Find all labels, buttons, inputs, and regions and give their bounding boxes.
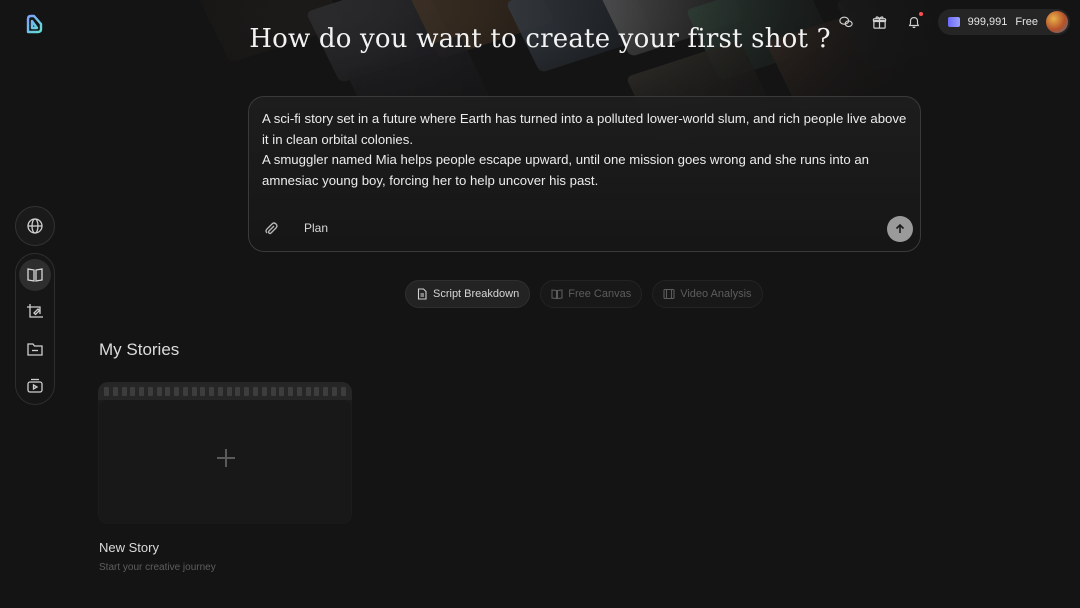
open-book-icon — [551, 289, 563, 300]
plan-button[interactable]: Plan — [304, 221, 328, 235]
folder-icon — [27, 343, 43, 356]
film-icon — [663, 288, 675, 300]
mode-chips: Script Breakdown Free Canvas Video Analy… — [405, 280, 763, 308]
new-story-title: New Story — [99, 540, 159, 555]
rail-item-stories[interactable] — [19, 259, 51, 291]
notification-dot — [918, 12, 923, 16]
wechat-icon[interactable] — [836, 12, 856, 32]
globe-icon — [27, 218, 43, 234]
gift-icon[interactable] — [870, 12, 890, 32]
rail-item-folder[interactable] — [19, 333, 51, 365]
prompt-box[interactable]: A sci-fi story set in a future where Ear… — [248, 96, 921, 252]
section-title-stories: My Stories — [99, 340, 180, 359]
top-bar: 999,991 Free — [836, 9, 1070, 35]
document-icon — [417, 288, 427, 300]
paperclip-icon[interactable] — [263, 221, 279, 237]
mode-video-analysis[interactable]: Video Analysis — [652, 280, 763, 308]
rail-item-crop[interactable] — [19, 296, 51, 328]
globe-button[interactable] — [15, 206, 55, 246]
mode-script-breakdown[interactable]: Script Breakdown — [405, 280, 531, 308]
book-icon — [27, 268, 43, 282]
new-story-card[interactable] — [98, 382, 352, 524]
mode-label: Script Breakdown — [433, 288, 520, 300]
mode-label: Free Canvas — [568, 288, 632, 300]
mode-label: Video Analysis — [680, 288, 752, 300]
new-story-subtitle: Start your creative journey — [99, 562, 216, 573]
film-strip — [98, 382, 352, 400]
tv-play-icon — [27, 378, 43, 393]
bell-icon[interactable] — [904, 12, 924, 32]
prompt-input[interactable]: A sci-fi story set in a future where Ear… — [262, 109, 912, 191]
send-button[interactable] — [887, 216, 913, 242]
plan-label: Free — [1015, 16, 1038, 28]
arrow-up-icon — [895, 223, 905, 233]
user-avatar[interactable] — [1046, 11, 1068, 33]
mode-free-canvas[interactable]: Free Canvas — [540, 280, 643, 308]
credit-coin-icon — [947, 17, 960, 27]
credits-badge[interactable]: 999,991 Free — [937, 9, 1070, 35]
left-rail — [15, 253, 55, 405]
prompt-line-2: A smuggler named Mia helps people escape… — [262, 152, 869, 188]
card-body — [99, 400, 351, 524]
credits-count: 999,991 — [967, 16, 1008, 28]
prompt-line-1: A sci-fi story set in a future where Ear… — [262, 111, 907, 147]
plus-icon — [217, 449, 235, 467]
rail-item-video[interactable] — [19, 370, 51, 402]
crop-edit-icon — [27, 304, 43, 318]
app-logo-icon[interactable] — [24, 13, 46, 35]
